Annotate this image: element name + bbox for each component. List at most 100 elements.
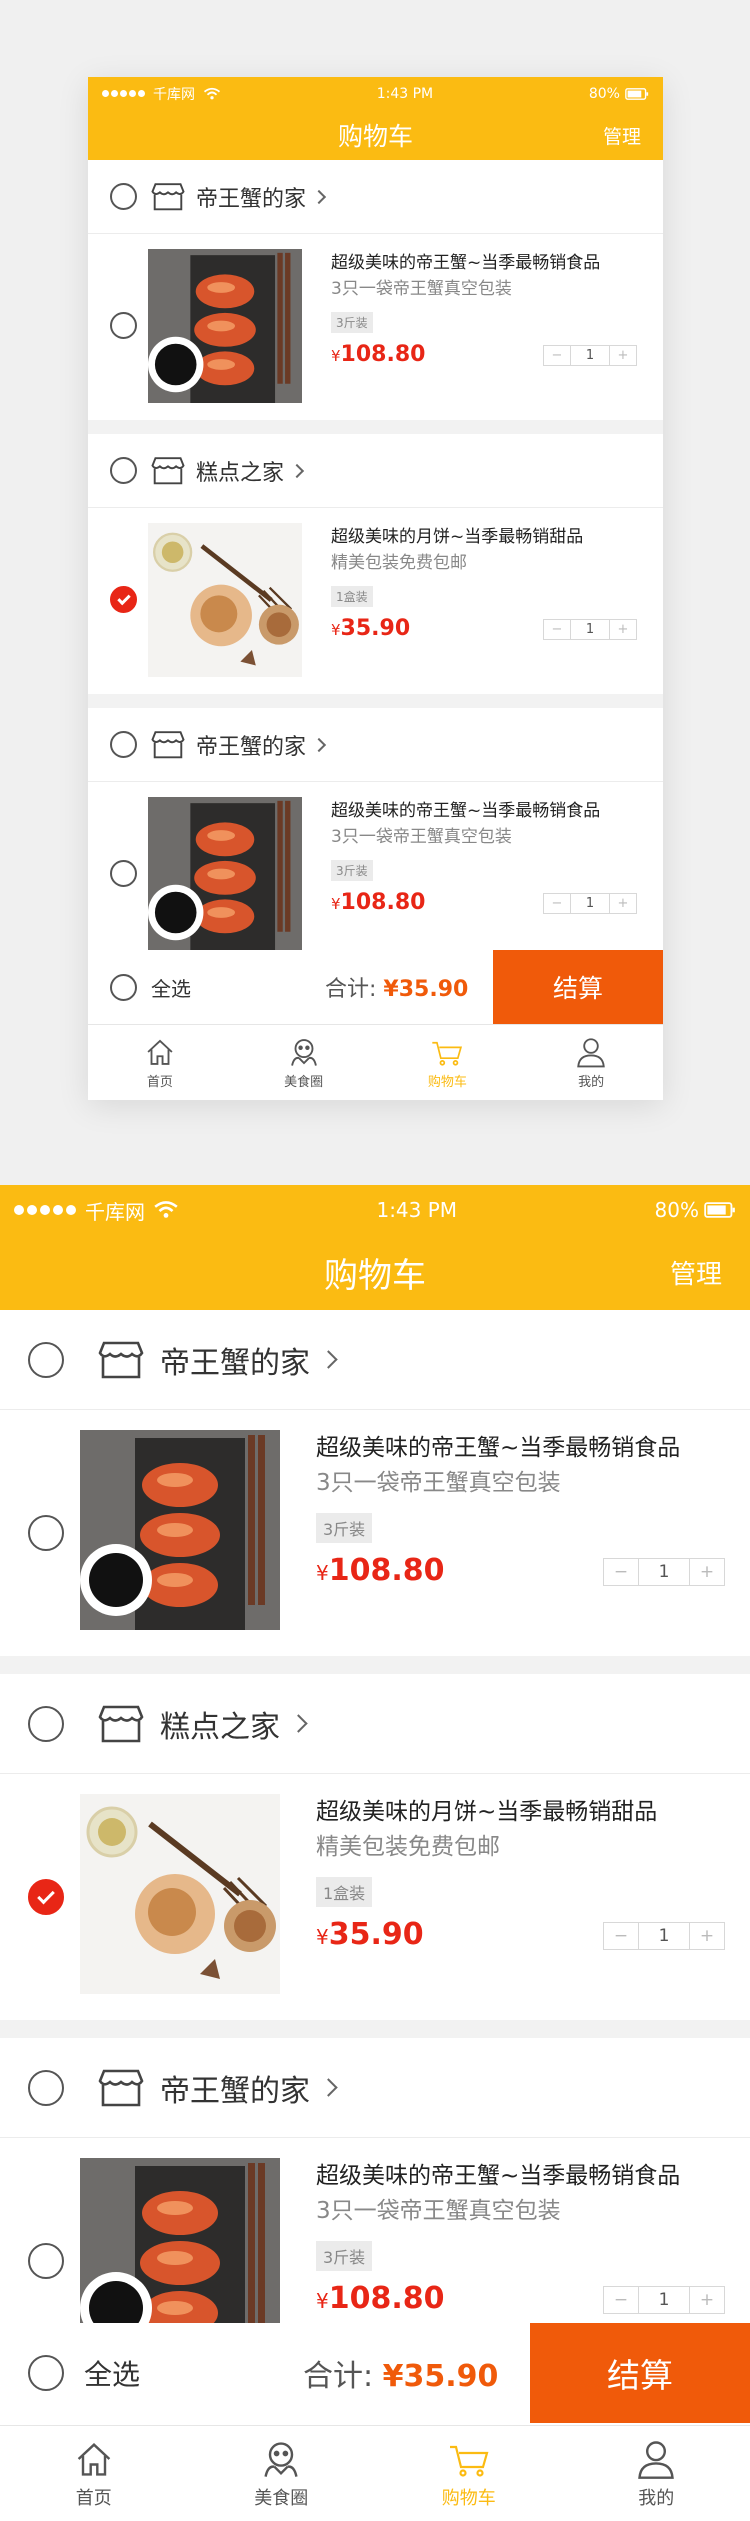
quantity-stepper: −1 +	[603, 1558, 725, 1586]
quantity-value[interactable]: 1	[570, 346, 610, 365]
store-header[interactable]: 糕点之家	[88, 434, 663, 508]
product-spec-badge[interactable]: 1盒装	[331, 586, 373, 607]
tab-label: 美食圈	[284, 1075, 324, 1090]
section-divider	[88, 694, 663, 708]
product-subtitle: 3只一袋帝王蟹真空包装	[316, 2198, 561, 2224]
increase-button[interactable]: +	[610, 346, 636, 365]
checkout-bar: 全选 合计: ¥35.90 结算	[88, 950, 663, 1024]
product-title[interactable]: 超级美味的月饼~当季最畅销甜品	[316, 1792, 657, 1826]
increase-button[interactable]: +	[690, 1559, 724, 1585]
tab-label: 我的	[638, 2488, 675, 2509]
quantity-value[interactable]: 1	[638, 2287, 690, 2313]
tab-home[interactable]: 首页	[88, 1025, 232, 1100]
quantity-value[interactable]: 1	[570, 620, 610, 639]
product-spec-badge[interactable]: 1盒装	[316, 1877, 373, 1907]
select-all-radio[interactable]	[28, 2355, 64, 2391]
nav-bar: 购物车 管理	[0, 1235, 750, 1310]
store-select-radio[interactable]	[28, 2069, 64, 2106]
quantity-stepper: −1 +	[543, 619, 637, 640]
quantity-value[interactable]: 1	[638, 1923, 690, 1949]
tab-cart[interactable]: 购物车	[376, 1025, 520, 1100]
price-currency: ¥	[316, 1561, 329, 1585]
manage-button[interactable]: 管理	[603, 122, 641, 149]
store-header[interactable]: 帝王蟹的家	[0, 1310, 750, 1410]
total-summary: 合计: ¥35.90	[303, 2351, 498, 2395]
quantity-value[interactable]: 1	[638, 1559, 690, 1585]
total-amount: ¥35.90	[383, 2359, 499, 2394]
manage-button[interactable]: 管理	[670, 1254, 722, 1291]
tab-label: 购物车	[441, 2488, 496, 2509]
item-select-radio[interactable]	[110, 860, 137, 887]
product-subtitle: 精美包装免费包邮	[316, 1834, 500, 1860]
product-spec-badge[interactable]: 3斤装	[316, 1513, 373, 1543]
tab-profile[interactable]: 我的	[563, 2426, 750, 2521]
product-price: ¥108.80	[331, 342, 425, 367]
quantity-value[interactable]: 1	[570, 894, 610, 913]
store-select-radio[interactable]	[110, 457, 137, 484]
decrease-button[interactable]: −	[604, 1559, 638, 1585]
tab-cart[interactable]: 购物车	[375, 2426, 563, 2521]
decrease-button[interactable]: −	[604, 1923, 638, 1949]
total-amount: ¥35.90	[383, 977, 468, 1002]
store-header[interactable]: 帝王蟹的家	[0, 2038, 750, 2138]
tab-profile[interactable]: 我的	[519, 1025, 663, 1100]
checkout-button[interactable]: 结算	[493, 950, 663, 1024]
carrier-label: 千库网	[85, 1199, 145, 1224]
store-select-radio[interactable]	[28, 1705, 64, 1742]
tab-home[interactable]: 首页	[0, 2426, 188, 2521]
product-image[interactable]	[148, 797, 302, 951]
store-header[interactable]: 帝王蟹的家	[88, 160, 663, 234]
tab-food-circle[interactable]: 美食圈	[188, 2426, 376, 2521]
product-image[interactable]	[80, 1794, 280, 1994]
decrease-button[interactable]: −	[544, 346, 570, 365]
wifi-icon	[154, 1201, 178, 1218]
select-all-radio[interactable]	[110, 973, 137, 1001]
tab-bar: 首页 美食圈 购物车 我的	[0, 2425, 750, 2521]
item-select-radio[interactable]	[28, 1879, 64, 1915]
product-title[interactable]: 超级美味的帝王蟹~当季最畅销食品	[331, 796, 600, 821]
chevron-right-icon	[311, 189, 327, 204]
product-title[interactable]: 超级美味的帝王蟹~当季最畅销食品	[331, 248, 600, 273]
item-select-radio[interactable]	[28, 2243, 64, 2279]
product-title[interactable]: 超级美味的帝王蟹~当季最畅销食品	[316, 1428, 680, 1462]
store-header[interactable]: 糕点之家	[0, 1674, 750, 1774]
product-title[interactable]: 超级美味的月饼~当季最畅销甜品	[331, 522, 583, 547]
store-select-radio[interactable]	[28, 1341, 64, 1378]
select-all-label[interactable]: 全选	[84, 2353, 140, 2393]
product-subtitle: 精美包装免费包邮	[331, 553, 467, 573]
increase-button[interactable]: +	[690, 1923, 724, 1949]
store-header[interactable]: 帝王蟹的家	[88, 708, 663, 782]
nav-bar: 购物车 管理	[88, 110, 663, 160]
item-select-radio[interactable]	[110, 312, 137, 339]
shop-icon	[151, 730, 185, 760]
store-select-radio[interactable]	[110, 183, 137, 210]
decrease-button[interactable]: −	[604, 2287, 638, 2313]
product-spec-badge[interactable]: 3斤装	[316, 2241, 373, 2271]
decrease-button[interactable]: −	[544, 620, 570, 639]
tab-food-circle[interactable]: 美食圈	[232, 1025, 376, 1100]
decrease-button[interactable]: −	[544, 894, 570, 913]
store-name: 帝王蟹的家	[160, 2073, 310, 2109]
select-all-label[interactable]: 全选	[151, 973, 191, 1002]
product-image[interactable]	[80, 1430, 280, 1630]
increase-button[interactable]: +	[610, 620, 636, 639]
checkout-button[interactable]: 结算	[530, 2323, 750, 2423]
product-title[interactable]: 超级美味的帝王蟹~当季最畅销食品	[316, 2156, 680, 2190]
product-spec-badge[interactable]: 3斤装	[331, 860, 373, 881]
product-spec-badge[interactable]: 3斤装	[331, 312, 373, 333]
cart-list: 帝王蟹的家 超级美味的帝王蟹~当季最畅销食品 3只一袋帝王蟹真空包装 3斤装 ¥108.…	[0, 1310, 750, 2384]
increase-button[interactable]: +	[690, 2287, 724, 2313]
increase-button[interactable]: +	[610, 894, 636, 913]
total-currency: ¥	[382, 2359, 404, 2394]
product-image[interactable]	[148, 523, 302, 677]
store-name: 帝王蟹的家	[160, 1345, 310, 1381]
cart-icon	[447, 2437, 491, 2484]
item-select-radio[interactable]	[110, 586, 137, 613]
product-subtitle: 3只一袋帝王蟹真空包装	[331, 279, 512, 299]
price-currency: ¥	[316, 1925, 329, 1949]
price-currency: ¥	[331, 621, 341, 639]
item-select-radio[interactable]	[28, 1515, 64, 1551]
chevron-right-icon	[311, 737, 327, 752]
product-image[interactable]	[148, 249, 302, 403]
store-select-radio[interactable]	[110, 731, 137, 758]
